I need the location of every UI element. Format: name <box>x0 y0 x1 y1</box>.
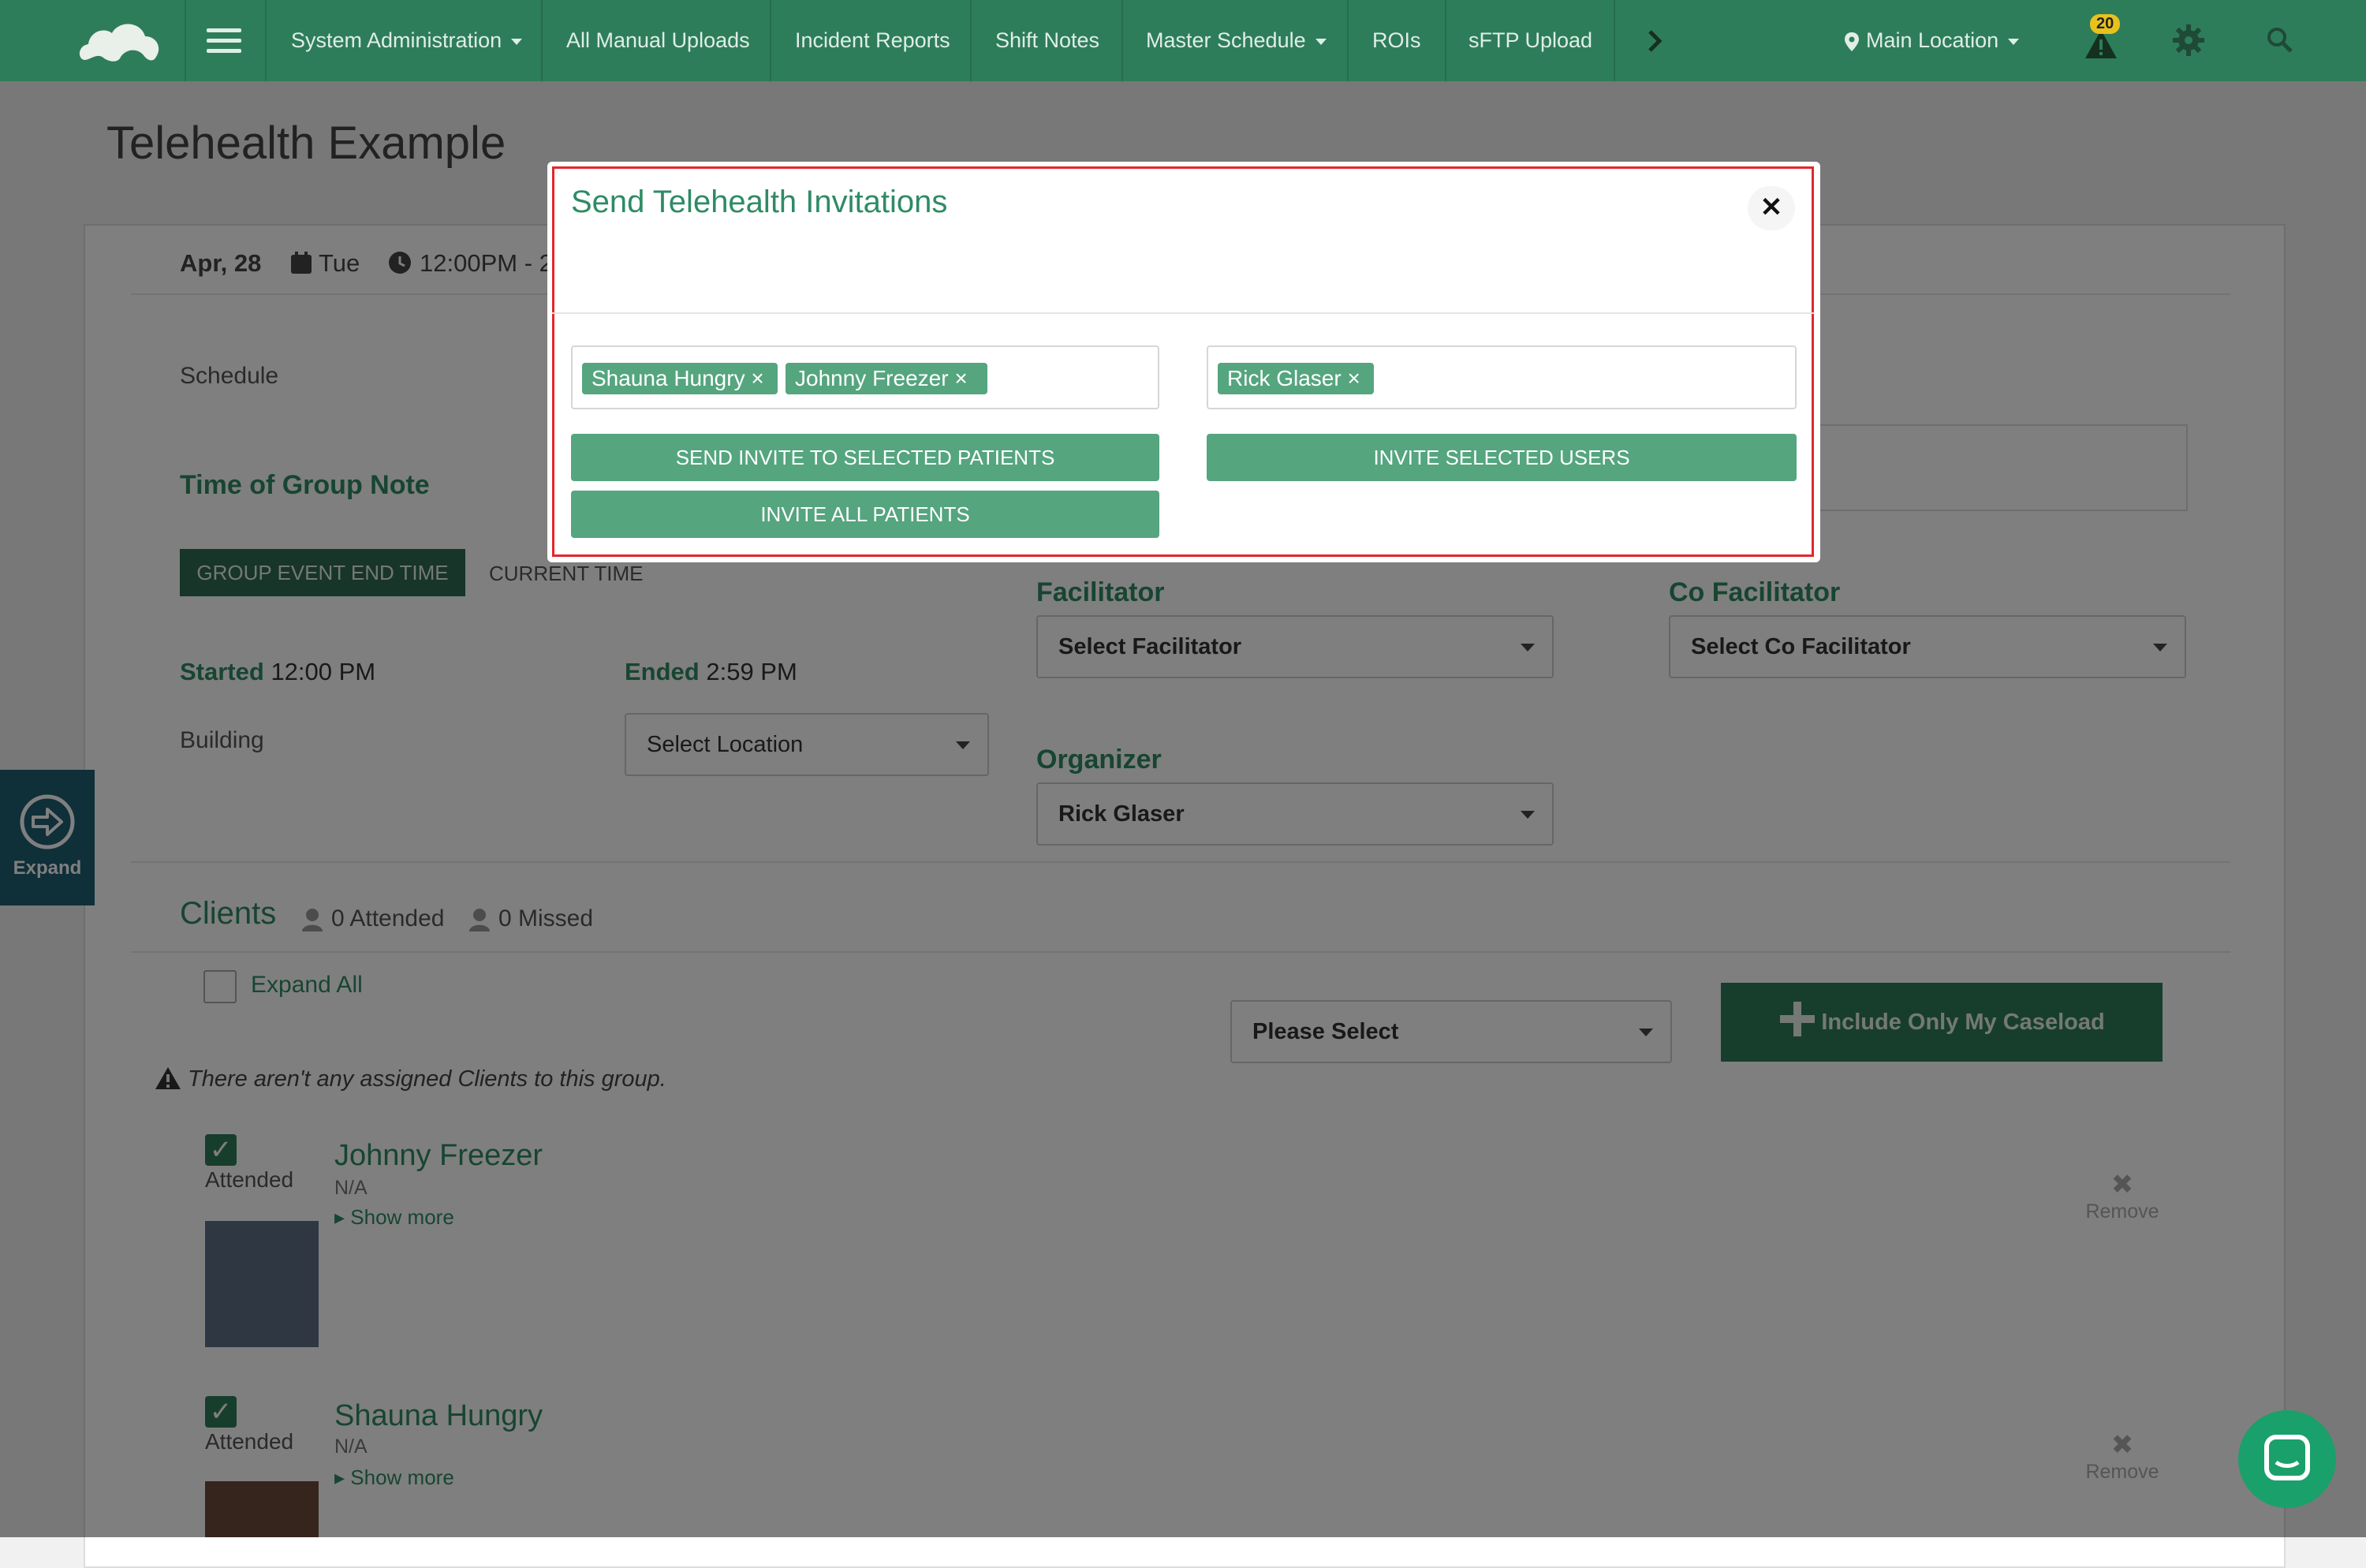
top-navbar: System Administration All Manual Uploads… <box>0 0 2366 81</box>
location-label: Main Location <box>1866 28 1999 52</box>
tag-remove-icon[interactable]: × <box>751 366 763 390</box>
modal-title: Send Telehealth Invitations <box>571 185 948 219</box>
caret-down-icon <box>1315 38 1327 45</box>
tag-remove-icon[interactable]: × <box>1347 366 1360 390</box>
users-tag-input[interactable]: Rick Glaser × <box>1207 345 1797 409</box>
search-icon[interactable] <box>2267 27 2293 54</box>
alert-count-badge: 20 <box>2090 14 2121 34</box>
chat-launcher-button[interactable] <box>2238 1410 2336 1508</box>
nav-rois[interactable]: ROIs <box>1372 0 1421 81</box>
send-invite-selected-patients-button[interactable]: SEND INVITE TO SELECTED PATIENTS <box>571 434 1159 481</box>
patient-tag: Johnny Freezer × <box>786 363 987 394</box>
close-modal-button[interactable]: ✕ <box>1748 186 1795 230</box>
tag-label: Rick Glaser <box>1227 366 1342 390</box>
gear-icon[interactable] <box>2172 24 2205 57</box>
patients-tag-input[interactable]: Shauna Hungry × Johnny Freezer × <box>571 345 1159 409</box>
tag-label: Shauna Hungry <box>592 366 745 390</box>
invite-all-patients-button[interactable]: INVITE ALL PATIENTS <box>571 491 1159 538</box>
modal-divider <box>552 312 1814 314</box>
cloud-logo-icon[interactable] <box>77 14 164 66</box>
nav-shift-notes[interactable]: Shift Notes <box>995 0 1099 81</box>
tag-label: Johnny Freezer <box>795 366 949 390</box>
nav-label: System Administration <box>291 28 502 52</box>
close-icon: ✕ <box>1760 192 1783 222</box>
tag-remove-icon[interactable]: × <box>954 366 967 390</box>
caret-down-icon <box>511 38 523 45</box>
chevron-right-icon[interactable] <box>1647 30 1663 52</box>
menu-icon[interactable] <box>207 28 241 54</box>
caret-down-icon <box>2008 38 2020 45</box>
nav-sftp-upload[interactable]: sFTP Upload <box>1468 0 1592 81</box>
patient-tag: Shauna Hungry × <box>582 363 778 394</box>
nav-all-manual-uploads[interactable]: All Manual Uploads <box>566 0 750 81</box>
nav-incident-reports[interactable]: Incident Reports <box>795 0 950 81</box>
nav-master-schedule[interactable]: Master Schedule <box>1146 0 1327 81</box>
invite-selected-users-button[interactable]: INVITE SELECTED USERS <box>1207 434 1797 481</box>
nav-system-administration[interactable]: System Administration <box>291 0 523 81</box>
chat-icon <box>2264 1435 2310 1480</box>
nav-label: Master Schedule <box>1146 28 1306 52</box>
user-tag: Rick Glaser × <box>1218 363 1374 394</box>
map-pin-icon <box>1845 32 1859 51</box>
location-dropdown[interactable]: Main Location <box>1844 0 2020 81</box>
